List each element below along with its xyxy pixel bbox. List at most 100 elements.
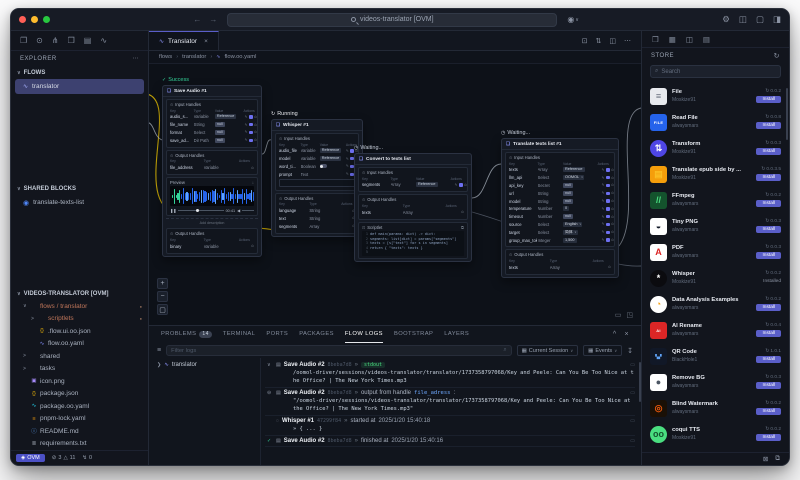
- tree-item[interactable]: {} package.json: [11, 388, 148, 401]
- handle-value[interactable]: null: [563, 182, 573, 188]
- folder-icon[interactable]: ▤: [84, 36, 92, 45]
- expose-toggle[interactable]: [606, 191, 610, 196]
- tree-item[interactable]: {} .flow.ui.oo.json: [11, 325, 148, 338]
- handle-value[interactable]: English: [563, 221, 583, 227]
- store-item[interactable]: ◒ Tiny PNG alwaysmars ↻ 0.0.3 Install: [650, 213, 781, 239]
- ovm-badge[interactable]: ◈ OVM: [16, 454, 45, 462]
- log-list[interactable]: ∨ ▤ Save Audio #2 8beba7d8 » stdout ▭ /o…: [261, 358, 641, 465]
- handle-port-icon[interactable]: ⊙: [464, 183, 467, 187]
- handle-value[interactable]: null: [214, 137, 225, 143]
- panel-close-icon[interactable]: ×: [625, 331, 630, 338]
- logs-scrollbar[interactable]: [639, 362, 641, 402]
- minimize-button[interactable]: [31, 16, 38, 23]
- handle-port-icon[interactable]: ⊙: [611, 168, 614, 172]
- log-collapse-icon[interactable]: ⊖: [267, 390, 273, 396]
- expose-toggle[interactable]: [606, 168, 610, 172]
- panel-collapse-icon[interactable]: ^: [613, 331, 617, 338]
- tree-item[interactable]: ∿ flow.oo.yaml: [11, 338, 148, 351]
- seek-slider[interactable]: [178, 209, 224, 213]
- expand-icon[interactable]: ⧉: [461, 225, 464, 230]
- handle-port-icon[interactable]: ⊙: [254, 123, 257, 127]
- store-item[interactable]: * Whisper Moskize91 ↻ 0.0.2 Installed: [650, 265, 781, 291]
- prompt-input[interactable]: [279, 178, 355, 187]
- install-button[interactable]: Install: [756, 356, 781, 363]
- comment-icon[interactable]: ▭: [630, 438, 635, 444]
- expose-toggle[interactable]: [606, 222, 610, 227]
- handle-value[interactable]: 0: [563, 206, 570, 212]
- handle-value[interactable]: null: [563, 190, 573, 196]
- edit-icon[interactable]: ✎: [602, 222, 605, 226]
- store-item[interactable]: Ai AI Rename alwaysmars ↻ 0.0.4 Install: [650, 317, 781, 343]
- store-item[interactable]: ◔ Data Analysis Examples alwaysmars ↻ 0.0…: [650, 291, 781, 317]
- store-item[interactable]: oo coqui TTS Moskize91 ↻ 0.0.2 Install: [650, 421, 781, 447]
- edit-icon[interactable]: ✎: [602, 168, 605, 172]
- log-entry[interactable]: ∨ ▤ Save Audio #2 8beba7d8 » stdout ▭ /o…: [265, 360, 635, 388]
- edit-icon[interactable]: ✎: [602, 176, 605, 180]
- pause-button[interactable]: ❚❚: [170, 208, 176, 213]
- edit-icon[interactable]: ✎: [602, 238, 605, 242]
- handle-port-icon[interactable]: ⊙: [254, 115, 257, 119]
- window-layout-icon[interactable]: ▢: [756, 14, 764, 25]
- log-collapse-icon[interactable]: ∨: [267, 362, 273, 368]
- store-item[interactable]: A PDF alwaysmars ↻ 0.0.3 Install: [650, 239, 781, 265]
- chevron-right-icon[interactable]: ❯: [157, 362, 161, 368]
- expose-toggle[interactable]: [606, 230, 610, 235]
- sidebar-item-translator[interactable]: ∿ translator: [15, 79, 144, 94]
- node-header[interactable]: ❏ Translate texts list #1: [502, 139, 618, 150]
- refresh-icon[interactable]: ↻: [774, 52, 780, 60]
- panel-tab[interactable]: BOOTSTRAP: [394, 326, 433, 343]
- install-button[interactable]: Install: [756, 434, 781, 441]
- add-description-button[interactable]: Add description: [166, 218, 258, 226]
- handle-port-icon[interactable]: ⊙: [611, 230, 614, 234]
- handle-port-icon[interactable]: ⊙: [251, 166, 254, 170]
- tree-item[interactable]: > tasks: [11, 363, 148, 376]
- node-box[interactable]: ❏ Translate texts list #1 ⊙ Input Handle…: [501, 138, 619, 278]
- node-header[interactable]: ❏ Whisper #1: [272, 120, 362, 131]
- edit-icon[interactable]: ✎: [245, 130, 248, 134]
- install-button[interactable]: Install: [756, 330, 781, 337]
- log-collapse-icon[interactable]: ✓: [267, 438, 273, 444]
- node-header[interactable]: ❏ Convert to texts list: [355, 154, 471, 165]
- zoom-in-button[interactable]: +: [157, 278, 168, 289]
- flows-section-header[interactable]: ∨ FLOWS: [11, 66, 148, 79]
- flow-node[interactable]: ✓ Success ❏ Save Audio #1 ⊙ Input Handle…: [162, 76, 262, 257]
- node-header[interactable]: ❏ Save Audio #1: [163, 86, 261, 97]
- edit-icon[interactable]: ✎: [346, 157, 349, 161]
- filter-icon[interactable]: ≡: [157, 347, 161, 354]
- handle-port-icon[interactable]: ⊙: [611, 215, 614, 219]
- tree-item[interactable]: ≣ requirements.txt: [11, 438, 148, 451]
- project-tree-header[interactable]: ∨ VIDEOS-TRANSLATOR [OVM]: [11, 287, 148, 300]
- boolean-toggle[interactable]: [319, 164, 327, 169]
- edit-icon[interactable]: ✎: [455, 183, 458, 187]
- install-button[interactable]: Install: [756, 408, 781, 415]
- handle-port-icon[interactable]: ⊙: [611, 238, 614, 242]
- sort-icon[interactable]: ⇅: [596, 37, 602, 45]
- expose-toggle[interactable]: [249, 130, 253, 135]
- store-scrollbar[interactable]: [786, 88, 788, 140]
- tree-item[interactable]: > scriptlets ●: [11, 313, 148, 326]
- comment-icon[interactable]: ▭: [630, 362, 635, 368]
- log-entry[interactable]: ✓ ▤ Save Audio #2 8beba7d8 » finished at: [265, 436, 635, 447]
- account-icon[interactable]: ◉ ∨: [567, 15, 579, 24]
- flow-canvas[interactable]: ✓ Success ❏ Save Audio #1 ⊙ Input Handle…: [149, 64, 641, 325]
- store-item[interactable]: ◎ Blind Watermark alwaysmars ↻ 0.0.2 Inst…: [650, 395, 781, 421]
- expose-toggle[interactable]: [606, 214, 610, 219]
- store-list[interactable]: ≡ File Moskize91 ↻ 0.0.2 Install FILE Re…: [642, 82, 789, 452]
- sidebar-item-translate-texts-list[interactable]: ◉ translate-texts-list: [11, 195, 148, 210]
- close-button[interactable]: [19, 16, 26, 23]
- handle-port-icon[interactable]: ⊙: [611, 191, 614, 195]
- expose-toggle[interactable]: [249, 138, 253, 143]
- handle-value[interactable]: Reference: [319, 148, 342, 154]
- store-search-input[interactable]: ⌕ Search: [650, 65, 781, 78]
- node-box[interactable]: ❏ Save Audio #1 ⊙ Input Handles Key Type…: [162, 85, 262, 257]
- log-entry[interactable]: ◌ Whisper #1 47299f84 » started at 2025/…: [265, 416, 635, 436]
- store-item[interactable]: ≡ File Moskize91 ↻ 0.0.2 Install: [650, 83, 781, 109]
- store-item[interactable]: ▤ Translate epub side by ... Moskize91 ↻…: [650, 161, 781, 187]
- files-icon[interactable]: ❐: [20, 36, 27, 45]
- download-icon[interactable]: ↓: [252, 180, 254, 185]
- flow-node[interactable]: ◷ Waiting... ❏ Convert to texts list ⊙ I…: [354, 144, 472, 263]
- command-center[interactable]: videos-translator [OVM]: [227, 12, 558, 27]
- minimap-icon[interactable]: ▭: [615, 311, 622, 319]
- handle-value[interactable]: Reference: [563, 167, 585, 173]
- panel-tab[interactable]: PORTS: [266, 326, 288, 343]
